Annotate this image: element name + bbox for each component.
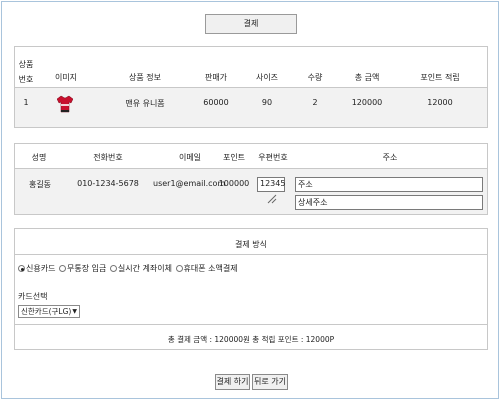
payment-method-group: 신용카드 무통장 입금 실시간 계좌이체 휴대폰 소액결제 bbox=[18, 263, 239, 274]
page-title: 결제 bbox=[205, 14, 297, 34]
radio-selected-icon[interactable] bbox=[18, 265, 25, 272]
product-number: 1 bbox=[23, 98, 29, 107]
col-qty-header: 수량 bbox=[307, 73, 323, 82]
col-size-header: 사이즈 bbox=[255, 73, 279, 82]
product-divider bbox=[15, 87, 487, 88]
pay-button[interactable]: 결제 하기 bbox=[215, 374, 250, 390]
col-number-line2: 번호 bbox=[18, 75, 34, 84]
product-panel: 상품 번호 이미지 상품 정보 판매가 사이즈 수량 총 금액 포인트 적립 1… bbox=[14, 46, 488, 128]
product-qty: 2 bbox=[312, 98, 318, 107]
customer-divider bbox=[15, 168, 487, 169]
customer-phone: 010-1234-5678 bbox=[77, 179, 139, 188]
radio-icon[interactable] bbox=[175, 265, 183, 272]
product-row-bg bbox=[15, 87, 487, 127]
zip-field[interactable]: 12345 bbox=[257, 177, 285, 192]
col-phone-header: 전화번호 bbox=[93, 153, 123, 162]
product-size: 90 bbox=[261, 98, 273, 107]
customer-email: user1@email.com bbox=[153, 179, 226, 188]
product-total: 120000 bbox=[351, 98, 383, 107]
col-zip-header: 우편번호 bbox=[258, 153, 288, 162]
chevron-down-icon: ▼ bbox=[72, 308, 77, 315]
product-price: 60000 bbox=[203, 98, 229, 107]
col-name-header: 성명 bbox=[31, 153, 47, 162]
customer-points: 100000 bbox=[218, 179, 250, 188]
col-image-header: 이미지 bbox=[54, 73, 78, 82]
col-total-header: 총 금액 bbox=[354, 73, 380, 82]
method-bank-deposit[interactable]: 무통장 입금 bbox=[59, 263, 106, 274]
col-number-header: 상품 번호 bbox=[15, 59, 37, 85]
col-info-header: 상품 정보 bbox=[129, 73, 161, 82]
col-price-header: 판매가 bbox=[204, 73, 228, 82]
radio-icon[interactable] bbox=[59, 265, 66, 272]
col-email-header: 이메일 bbox=[178, 153, 202, 162]
payment-panel: 결제 방식 총 결제 금액 : 120000원 총 적립 포인트 : 12000… bbox=[14, 228, 488, 350]
red-jersey-icon bbox=[57, 95, 73, 113]
col-number-line1: 상품 bbox=[18, 60, 34, 69]
method-mobile-payment[interactable]: 휴대폰 소액결제 bbox=[175, 263, 238, 274]
payment-summary: 총 결제 금액 : 120000원 총 적립 포인트 : 12000P bbox=[167, 335, 335, 344]
radio-icon[interactable] bbox=[109, 265, 117, 272]
product-info: 맨유 유니폼 bbox=[125, 99, 165, 108]
product-points: 12000 bbox=[427, 98, 453, 107]
payment-title: 결제 방식 bbox=[235, 240, 267, 249]
method-realtime-transfer[interactable]: 실시간 계좌이체 bbox=[109, 263, 172, 274]
col-points-header: 포인트 적립 bbox=[420, 73, 460, 82]
payment-summary-divider bbox=[15, 324, 487, 325]
back-button[interactable]: 뒤로 가기 bbox=[252, 374, 288, 390]
resize-handle-icon[interactable] bbox=[267, 194, 277, 204]
col-address-header: 주소 bbox=[382, 153, 398, 162]
card-select-value: 신한카드(구LG) bbox=[21, 307, 72, 316]
card-select[interactable]: 신한카드(구LG) ▼ bbox=[18, 305, 80, 318]
payment-title-divider bbox=[15, 254, 487, 255]
address-detail-field[interactable]: 상세주소 bbox=[295, 195, 483, 210]
customer-name: 홍길동 bbox=[28, 180, 52, 189]
address-field[interactable]: 주소 bbox=[295, 177, 483, 192]
method-credit-card[interactable]: 신용카드 bbox=[18, 263, 55, 274]
customer-panel: 성명 전화번호 이메일 포인트 우편번호 주소 홍길동 010-1234-567… bbox=[14, 143, 488, 215]
col-points-header: 포인트 bbox=[222, 153, 246, 162]
card-select-label: 카드선택 bbox=[18, 292, 48, 301]
